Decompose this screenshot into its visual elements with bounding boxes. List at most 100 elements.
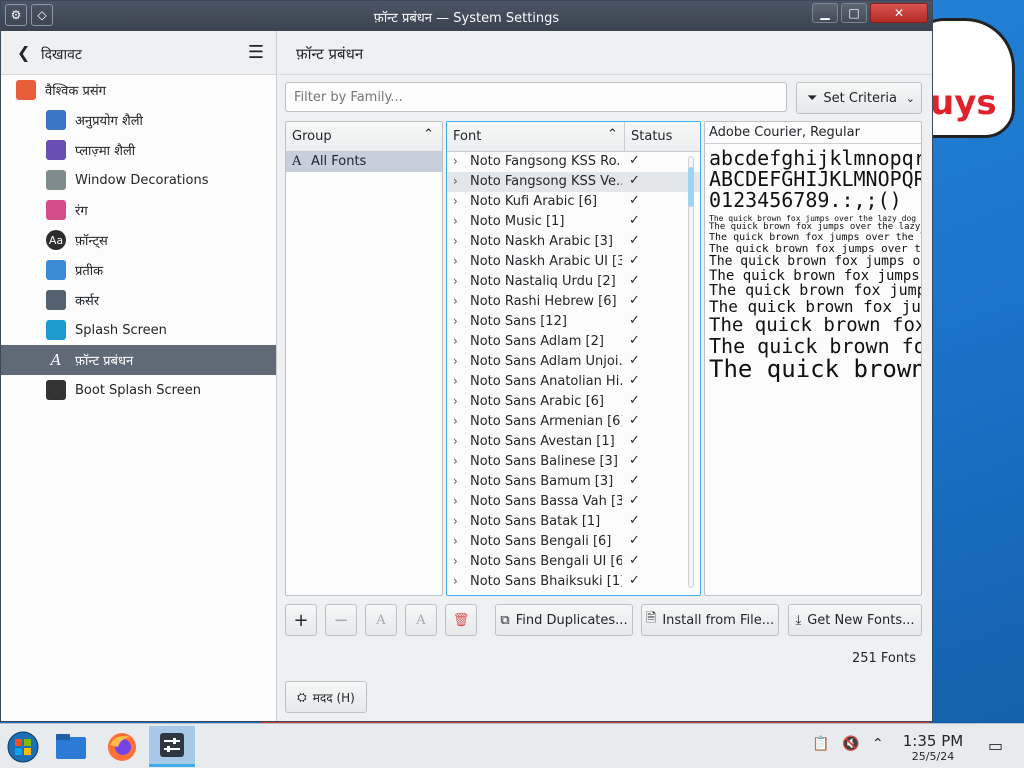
expand-arrow-icon[interactable]: › (453, 534, 458, 548)
font-row[interactable]: › Noto Sans Adlam [2] ✓ (447, 332, 700, 352)
status-check-icon[interactable]: ✓ (629, 533, 640, 548)
status-check-icon[interactable]: ✓ (629, 353, 640, 368)
start-menu-icon[interactable] (0, 726, 46, 767)
expand-arrow-icon[interactable]: › (453, 474, 458, 488)
font-row[interactable]: › Noto Sans Bamum [3] ✓ (447, 472, 700, 492)
font-row[interactable]: › Noto Sans Balinese [3] ✓ (447, 452, 700, 472)
font-row[interactable]: › Noto Sans Armenian [6] ✓ (447, 412, 700, 432)
expand-arrow-icon[interactable]: › (453, 554, 458, 568)
status-check-icon[interactable]: ✓ (629, 453, 640, 468)
status-check-icon[interactable]: ✓ (629, 473, 640, 488)
sidebar-item[interactable]: A फ़ॉन्ट प्रबंधन (1, 345, 276, 375)
scrollbar-thumb[interactable] (688, 167, 694, 207)
enable-font-icon[interactable]: A (365, 604, 397, 636)
show-desktop-icon[interactable]: ▭ (988, 736, 1003, 755)
sidebar-item[interactable]: Boot Splash Screen (1, 375, 276, 405)
font-row[interactable]: › Noto Rashi Hebrew [6] ✓ (447, 292, 700, 312)
group-column-header[interactable]: Group ⌃ (286, 122, 442, 152)
expand-arrow-icon[interactable]: › (453, 254, 458, 268)
status-check-icon[interactable]: ✓ (629, 193, 640, 208)
status-check-icon[interactable]: ✓ (629, 213, 640, 228)
font-row[interactable]: › Noto Sans Bhaiksuki [1] ✓ (447, 572, 700, 592)
font-row[interactable]: › Noto Sans Avestan [1] ✓ (447, 432, 700, 452)
sidebar-item[interactable]: Window Decorations (1, 165, 276, 195)
font-row[interactable]: › Noto Sans Bengali UI [6] ✓ (447, 552, 700, 572)
status-check-icon[interactable]: ✓ (629, 153, 640, 168)
status-check-icon[interactable]: ✓ (629, 393, 640, 408)
title-bar[interactable]: ⚙ ◇ फ़ॉन्ट प्रबंधन — System Settings ▁ □… (1, 1, 932, 31)
font-row[interactable]: › Noto Sans Bassa Vah [3] ✓ (447, 492, 700, 512)
status-check-icon[interactable]: ✓ (629, 273, 640, 288)
sidebar-item[interactable]: वैश्विक प्रसंग (1, 75, 276, 105)
expand-arrow-icon[interactable]: › (453, 274, 458, 288)
status-check-icon[interactable]: ✓ (629, 313, 640, 328)
expand-arrow-icon[interactable]: › (453, 394, 458, 408)
status-check-icon[interactable]: ✓ (629, 333, 640, 348)
expand-arrow-icon[interactable]: › (453, 194, 458, 208)
status-check-icon[interactable]: ✓ (629, 253, 640, 268)
close-button[interactable]: ✕ (870, 3, 928, 23)
font-row[interactable]: › Noto Sans [12] ✓ (447, 312, 700, 332)
status-check-icon[interactable]: ✓ (629, 433, 640, 448)
file-manager-icon[interactable] (48, 726, 94, 767)
firefox-icon[interactable] (99, 726, 145, 767)
expand-arrow-icon[interactable]: › (453, 354, 458, 368)
expand-arrow-icon[interactable]: › (453, 214, 458, 228)
font-list-scrollbar[interactable] (688, 156, 694, 588)
status-check-icon[interactable]: ✓ (629, 373, 640, 388)
clipboard-icon[interactable]: 📋 (812, 736, 829, 752)
font-row[interactable]: › Noto Nastaliq Urdu [2] ✓ (447, 272, 700, 292)
expand-arrow-icon[interactable]: › (453, 434, 458, 448)
status-header-label[interactable]: Status (631, 129, 672, 144)
status-check-icon[interactable]: ✓ (629, 573, 640, 588)
expand-arrow-icon[interactable]: › (453, 314, 458, 328)
sidebar-item[interactable]: अनुप्रयोग शैली (1, 105, 276, 135)
system-settings-task-icon[interactable] (149, 726, 195, 767)
delete-icon[interactable]: 🗑 (445, 604, 477, 636)
sidebar-item[interactable]: प्लाज़्मा शैली (1, 135, 276, 165)
font-header-label[interactable]: Font (453, 129, 481, 144)
volume-muted-icon[interactable]: 🔇 (842, 736, 859, 752)
expand-arrow-icon[interactable]: › (453, 174, 458, 188)
get-new-fonts-button[interactable]: ⤓ Get New Fonts... (788, 604, 922, 636)
install-from-file-button[interactable]: 🗎 Install from File... (641, 604, 779, 636)
help-button[interactable]: ⛭ मदद (H) (285, 681, 367, 713)
minimize-button[interactable]: ▁ (812, 3, 838, 23)
status-check-icon[interactable]: ✓ (629, 493, 640, 508)
expand-arrow-icon[interactable]: › (453, 454, 458, 468)
set-criteria-button[interactable]: ⏷ Set Criteria ⌄ (796, 82, 922, 114)
status-check-icon[interactable]: ✓ (629, 553, 640, 568)
expand-arrow-icon[interactable]: › (453, 154, 458, 168)
status-check-icon[interactable]: ✓ (629, 233, 640, 248)
filter-family-input[interactable] (285, 82, 787, 112)
font-row[interactable]: › Noto Sans Bengali [6] ✓ (447, 532, 700, 552)
expand-arrow-icon[interactable]: › (453, 334, 458, 348)
expand-arrow-icon[interactable]: › (453, 574, 458, 588)
find-duplicates-button[interactable]: ⧉ Find Duplicates... (495, 604, 633, 636)
remove-group-button[interactable]: − (325, 604, 357, 636)
sidebar-item[interactable]: कर्सर (1, 285, 276, 315)
expand-arrow-icon[interactable]: › (453, 234, 458, 248)
expand-arrow-icon[interactable]: › (453, 514, 458, 528)
status-check-icon[interactable]: ✓ (629, 513, 640, 528)
sidebar-item[interactable]: Aa फ़ॉन्ट्स (1, 225, 276, 255)
font-row[interactable]: › Noto Sans Arabic [6] ✓ (447, 392, 700, 412)
sidebar-item[interactable]: रंग (1, 195, 276, 225)
status-check-icon[interactable]: ✓ (629, 173, 640, 188)
expand-arrow-icon[interactable]: › (453, 294, 458, 308)
font-row[interactable]: › Noto Sans Batak [1] ✓ (447, 512, 700, 532)
font-row[interactable]: › Noto Sans Adlam Unjoi... ✓ (447, 352, 700, 372)
expand-arrow-icon[interactable]: › (453, 374, 458, 388)
maximize-button[interactable]: □ (841, 3, 867, 23)
hamburger-menu-icon[interactable]: ☰ (248, 42, 264, 63)
expand-arrow-icon[interactable]: › (453, 414, 458, 428)
status-check-icon[interactable]: ✓ (629, 413, 640, 428)
status-check-icon[interactable]: ✓ (629, 293, 640, 308)
group-item-all-fonts[interactable]: A All Fonts (286, 152, 442, 172)
font-row[interactable]: › Noto Naskh Arabic UI [3] ✓ (447, 252, 700, 272)
font-row[interactable]: › Noto Sans Anatolian Hi... ✓ (447, 372, 700, 392)
font-row[interactable]: › Noto Fangsong KSS Ro... ✓ (447, 152, 700, 172)
back-icon[interactable]: ❮ (17, 43, 30, 62)
disable-font-icon[interactable]: A (405, 604, 437, 636)
font-row[interactable]: › Noto Fangsong KSS Ve... ✓ (447, 172, 700, 192)
